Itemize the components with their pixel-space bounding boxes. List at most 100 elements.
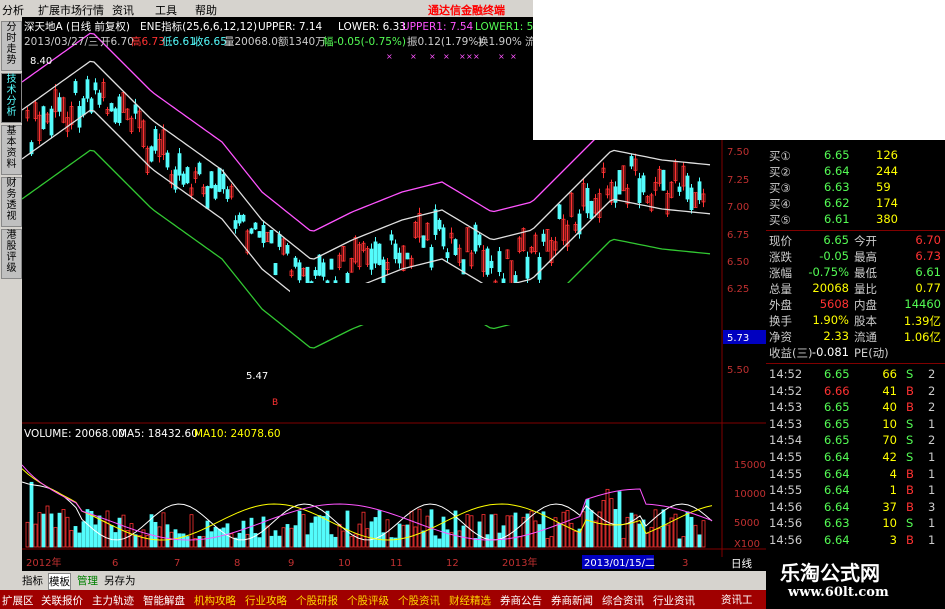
bid-price: 6.62	[824, 196, 850, 210]
candle-body	[197, 162, 202, 175]
date-tick: 6	[112, 558, 118, 569]
candle-body	[117, 96, 122, 124]
tick-price: 6.65	[824, 416, 850, 431]
volume-bar	[333, 536, 338, 548]
bid-row: 买④ 6.62 174	[766, 196, 945, 212]
price-tick: 6.75	[727, 230, 749, 241]
candle-body	[313, 270, 318, 276]
tick-price: 6.63	[824, 516, 850, 531]
candle-body	[49, 108, 54, 136]
buy-signal-marker: B	[272, 398, 278, 408]
bottom-tab[interactable]: 个股资讯	[398, 593, 440, 608]
volume-bar	[177, 533, 182, 548]
bottom-tab[interactable]: 智能解盘	[143, 593, 185, 608]
bottom-tab[interactable]: 个股评级	[347, 593, 389, 608]
stat-row: 外盘 5608 内盘 14460	[766, 297, 945, 313]
tick-volume: 10	[882, 416, 897, 431]
volume-bar	[297, 510, 302, 548]
template-button[interactable]: 模板	[48, 573, 71, 590]
tick-time: 14:56	[769, 499, 803, 514]
date-tick: 12	[446, 558, 459, 569]
tick-row: 14:56 6.64 3 B 1	[766, 533, 945, 549]
volume-bar	[489, 514, 494, 548]
bottom-tab[interactable]: 财经精选	[449, 593, 491, 608]
stat-label: 外盘	[769, 298, 792, 312]
stat-label: PE(动)	[854, 346, 889, 360]
bar-low: 低6.61	[162, 35, 196, 48]
candle-body	[253, 222, 258, 230]
candle-body	[273, 263, 278, 276]
menu-extended-market[interactable]: 扩展市场行情	[38, 2, 104, 18]
volume-bar	[433, 535, 438, 548]
bottom-tab[interactable]: 扩展区	[2, 593, 34, 608]
candle-body	[93, 82, 98, 91]
candle-body	[165, 152, 170, 168]
bottom-tab[interactable]: 机构攻略	[194, 593, 236, 608]
menu-news[interactable]: 资讯	[112, 2, 134, 18]
stat-value: 6.73	[915, 249, 941, 263]
tick-time: 14:55	[769, 466, 803, 481]
tick-count: 2	[928, 400, 936, 415]
volume-bar	[57, 512, 62, 548]
stat-row: 现价 6.65 今开 6.70	[766, 233, 945, 249]
bid-label: 买④	[769, 197, 791, 211]
menu-help[interactable]: 帮助	[195, 2, 217, 18]
menu-tools[interactable]: 工具	[155, 2, 177, 18]
tab-technical[interactable]: 技术分析	[1, 73, 22, 123]
volume-bar	[637, 523, 642, 548]
stat-value: 1.06亿	[903, 330, 941, 344]
period-selector[interactable]: 日线	[731, 556, 752, 571]
bottom-tab[interactable]: 行业攻略	[245, 593, 287, 608]
bottom-tab[interactable]: 个股研报	[296, 593, 338, 608]
tick-price: 6.65	[824, 367, 850, 381]
bar-amount: 额1340万	[278, 35, 326, 48]
bottom-tab[interactable]: 券商公告	[500, 593, 542, 608]
candle-body	[41, 106, 46, 130]
volume-bar	[241, 520, 246, 548]
candle-body	[237, 214, 242, 224]
tick-time: 14:56	[769, 516, 803, 531]
bid-volume: 244	[876, 164, 898, 178]
volume-bar	[49, 513, 54, 548]
tick-volume: 3	[889, 533, 897, 547]
bottom-tab[interactable]: 综合资讯	[602, 593, 644, 608]
candle-body	[445, 252, 450, 259]
indicator-button[interactable]: 指标	[22, 573, 43, 588]
tab-fundamentals[interactable]: 基本资料	[1, 125, 22, 175]
bottom-tab[interactable]: 主力轨迹	[92, 593, 134, 608]
tab-intraday[interactable]: 分时走势	[1, 21, 22, 71]
date-tick: 9	[288, 558, 294, 569]
news-tools-tab[interactable]: 资讯工	[721, 592, 753, 607]
candle-body	[317, 254, 322, 276]
tick-time: 14:55	[769, 483, 803, 498]
stat-label: 涨跌	[769, 250, 792, 264]
upper1-value: UPPER1: 7.54	[402, 21, 474, 33]
tab-financials[interactable]: 财务透视	[1, 177, 22, 227]
price-tick: 7.00	[727, 202, 749, 213]
volume-bar	[185, 536, 190, 548]
volume-bar	[629, 512, 634, 548]
tick-count: 1	[928, 483, 936, 498]
save-as-button[interactable]: 另存为	[104, 573, 136, 588]
tick-side: B	[906, 400, 914, 415]
bid-row: 买⑤ 6.61 380	[766, 212, 945, 228]
tick-time: 14:56	[769, 533, 803, 547]
svg-text:×: ×	[498, 52, 505, 61]
svg-text:×: ×	[473, 52, 480, 61]
tab-hk-rating[interactable]: 港股评级	[1, 229, 22, 279]
stat-value: 6.70	[915, 233, 941, 247]
date-tick: 2013年	[502, 556, 537, 569]
bottom-tab[interactable]: 行业资讯	[653, 593, 695, 608]
manage-button[interactable]: 管理	[77, 573, 98, 588]
bottom-toolbar: 指标 模板 管理 另存为 扩展区 关联报价 主力轨迹 智能解盘 机构攻略 行业攻略 个股研报…	[0, 571, 766, 609]
volume-value: VOLUME: 20068.00	[24, 428, 125, 440]
volume-bar	[93, 524, 98, 548]
bottom-tab[interactable]: 关联报价	[41, 593, 83, 608]
volume-bar	[373, 517, 378, 548]
volume-bar	[85, 509, 90, 548]
ad-banner[interactable]: 通达信金融终端	[428, 2, 505, 18]
menu-analysis[interactable]: 分析	[2, 2, 24, 18]
tick-row: 14:52 6.66 41 B 2	[766, 384, 945, 400]
bottom-tab[interactable]: 券商新闻	[551, 593, 593, 608]
tick-count: 1	[928, 516, 936, 531]
